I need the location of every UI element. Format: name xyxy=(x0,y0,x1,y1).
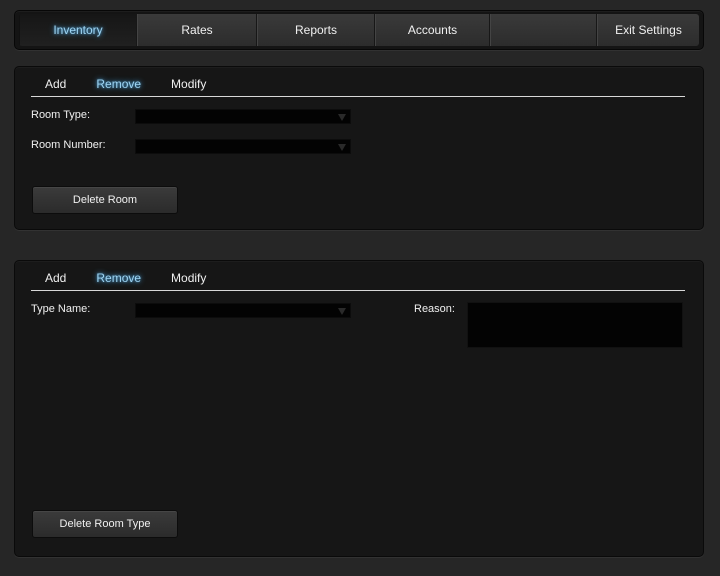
type-name-label: Type Name: xyxy=(31,303,91,315)
chevron-down-icon xyxy=(338,308,346,315)
chevron-down-icon xyxy=(338,114,346,121)
delete-room-type-button[interactable]: Delete Room Type xyxy=(32,510,178,538)
nav-tab-accounts[interactable]: Accounts xyxy=(375,14,490,46)
top-nav: Inventory Rates Reports Accounts Exit Se… xyxy=(14,10,704,50)
room-type-label: Room Type: xyxy=(31,109,91,121)
nav-tab-rates[interactable]: Rates xyxy=(137,14,257,46)
room-type-select[interactable] xyxy=(135,109,351,124)
room-subtabs: Add Remove Modify xyxy=(31,67,685,97)
room-tab-add[interactable]: Add xyxy=(45,77,66,91)
type-tab-remove[interactable]: Remove xyxy=(96,271,141,285)
delete-room-button[interactable]: Delete Room xyxy=(32,186,178,214)
type-tab-add[interactable]: Add xyxy=(45,271,66,285)
type-tab-modify[interactable]: Modify xyxy=(171,271,206,285)
nav-tab-empty[interactable] xyxy=(490,14,597,46)
exit-settings-button[interactable]: Exit Settings xyxy=(597,14,699,46)
room-tab-remove[interactable]: Remove xyxy=(96,77,141,91)
remove-room-type-panel: Add Remove Modify Type Name: Reason: Del… xyxy=(14,260,704,557)
type-name-select[interactable] xyxy=(135,303,351,318)
type-subtabs: Add Remove Modify xyxy=(31,261,685,291)
reason-label: Reason: xyxy=(414,303,455,315)
room-tab-modify[interactable]: Modify xyxy=(171,77,206,91)
nav-tab-reports[interactable]: Reports xyxy=(257,14,375,46)
chevron-down-icon xyxy=(338,144,346,151)
nav-tab-inventory[interactable]: Inventory xyxy=(19,14,137,46)
remove-room-panel: Add Remove Modify Room Type: Room Number… xyxy=(14,66,704,230)
room-number-label: Room Number: xyxy=(31,139,106,151)
reason-textarea[interactable] xyxy=(467,302,683,348)
room-number-select[interactable] xyxy=(135,139,351,154)
